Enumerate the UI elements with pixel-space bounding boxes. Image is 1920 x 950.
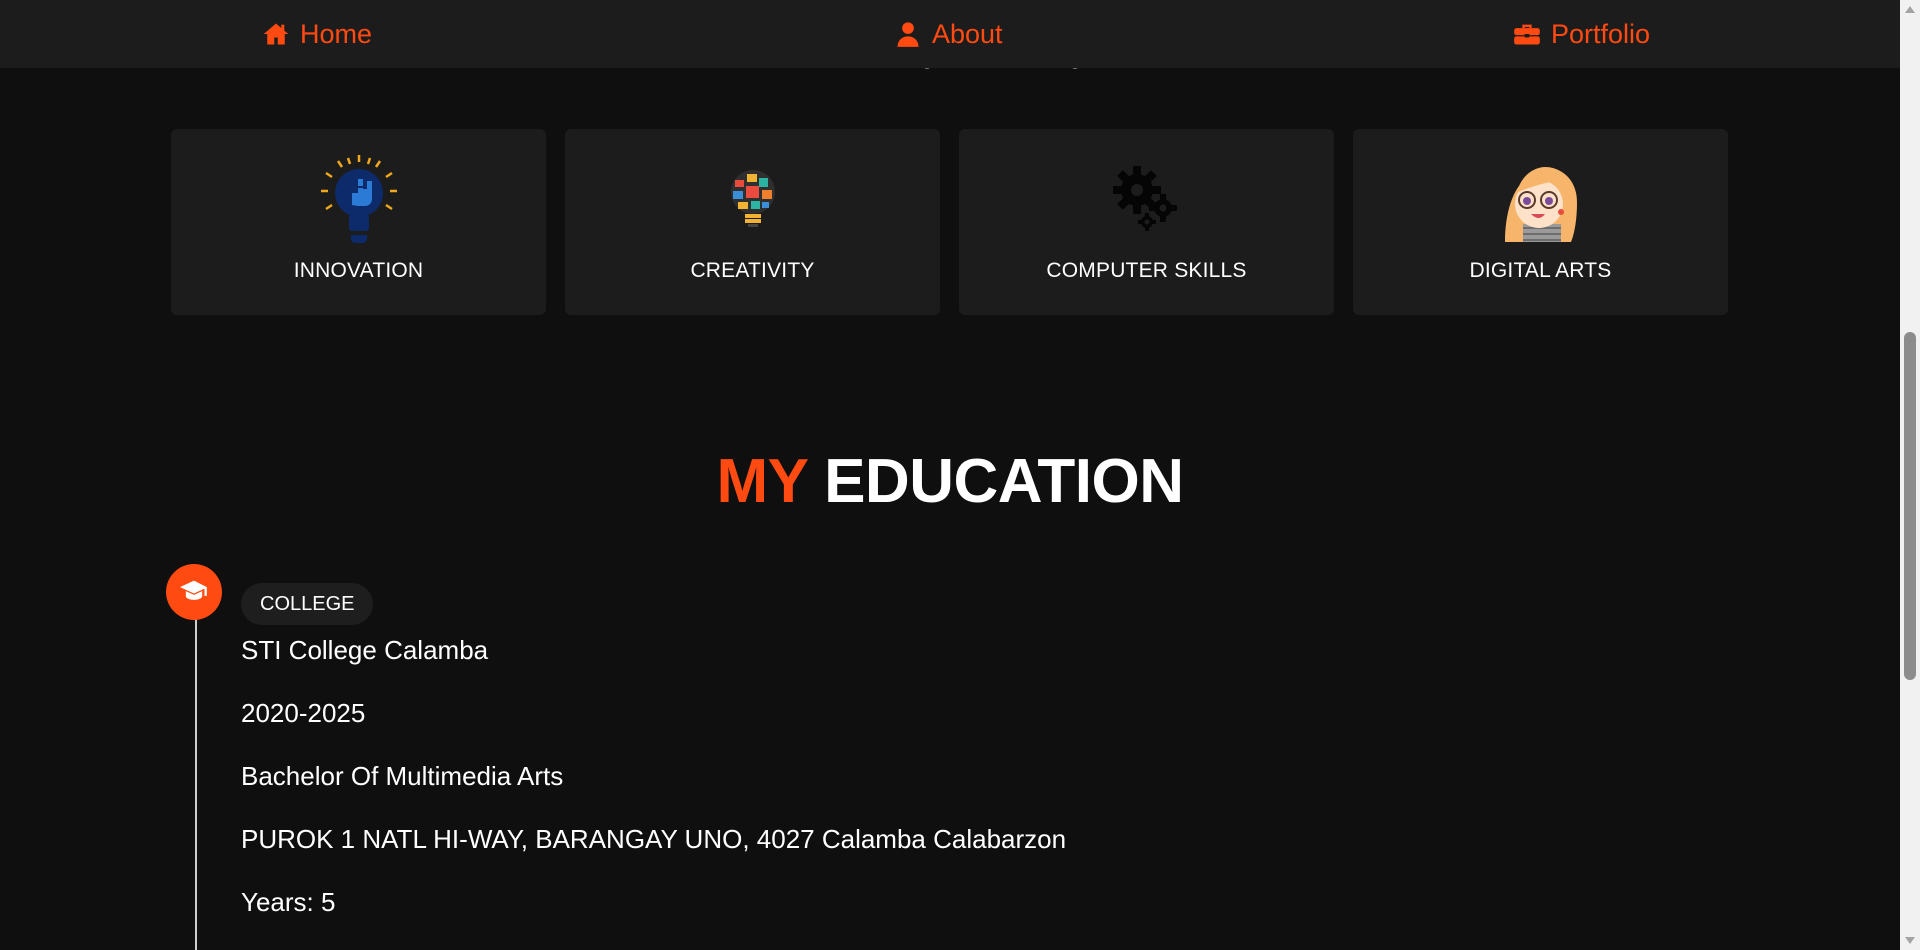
- skill-label: CREATIVITY: [690, 259, 815, 282]
- nav-home-link[interactable]: Home: [262, 0, 372, 68]
- education-section-title: MY EDUCATION: [0, 446, 1900, 517]
- anime-girl-icon: [1496, 153, 1586, 243]
- nav-about-label: About: [932, 18, 1003, 49]
- study-duration: Years: 5: [241, 887, 336, 917]
- scrollbar-thumb[interactable]: [1904, 332, 1916, 680]
- skill-card-computer-skills[interactable]: COMPUTER SKILLS: [959, 129, 1334, 315]
- creative-bulb-icon: [708, 153, 798, 243]
- page: Home About Portfolio INNOVATION CREATIVI…: [0, 0, 1920, 950]
- graduation-cap-icon: [180, 576, 208, 609]
- timeline-line: [195, 600, 197, 950]
- skills-cards: INNOVATION CREATIVITY COMPUTER SKILLS DI…: [171, 129, 1728, 315]
- school-address: PUROK 1 NATL HI-WAY, BARANGAY UNO, 4027 …: [241, 824, 1067, 854]
- timeline-marker: [166, 564, 222, 620]
- skill-card-creativity[interactable]: CREATIVITY: [565, 129, 940, 315]
- school-years: 2020-2025: [241, 698, 366, 728]
- skill-card-digital-arts[interactable]: DIGITAL ARTS: [1353, 129, 1728, 315]
- skill-card-innovation[interactable]: INNOVATION: [171, 129, 546, 315]
- education-entry: STI College Calamba 2020-2025 Bachelor O…: [241, 632, 1066, 947]
- nav-about-link[interactable]: About: [894, 0, 1003, 68]
- skill-label: COMPUTER SKILLS: [1046, 259, 1247, 282]
- nav-portfolio-link[interactable]: Portfolio: [1513, 0, 1650, 68]
- nav-home-label: Home: [300, 18, 373, 49]
- nav-portfolio-label: Portfolio: [1551, 18, 1651, 49]
- top-navbar: Home About Portfolio: [0, 0, 1900, 68]
- vertical-scrollbar[interactable]: [1900, 0, 1920, 950]
- degree: Bachelor Of Multimedia Arts: [241, 761, 564, 791]
- skill-label: DIGITAL ARTS: [1469, 259, 1612, 282]
- lightbulb-fist-icon: [314, 153, 404, 243]
- user-icon: [894, 20, 922, 48]
- scroll-up-arrow[interactable]: [1905, 6, 1915, 13]
- school-name: STI College Calamba: [241, 635, 489, 665]
- gears-icon: [1102, 153, 1192, 243]
- scroll-down-arrow[interactable]: [1905, 937, 1915, 944]
- home-icon: [262, 20, 290, 48]
- title-accent-word: MY: [716, 447, 808, 516]
- education-level-badge: COLLEGE: [241, 583, 374, 625]
- skill-label: INNOVATION: [293, 259, 424, 282]
- title-main-word: EDUCATION: [824, 447, 1184, 516]
- briefcase-icon: [1513, 20, 1541, 48]
